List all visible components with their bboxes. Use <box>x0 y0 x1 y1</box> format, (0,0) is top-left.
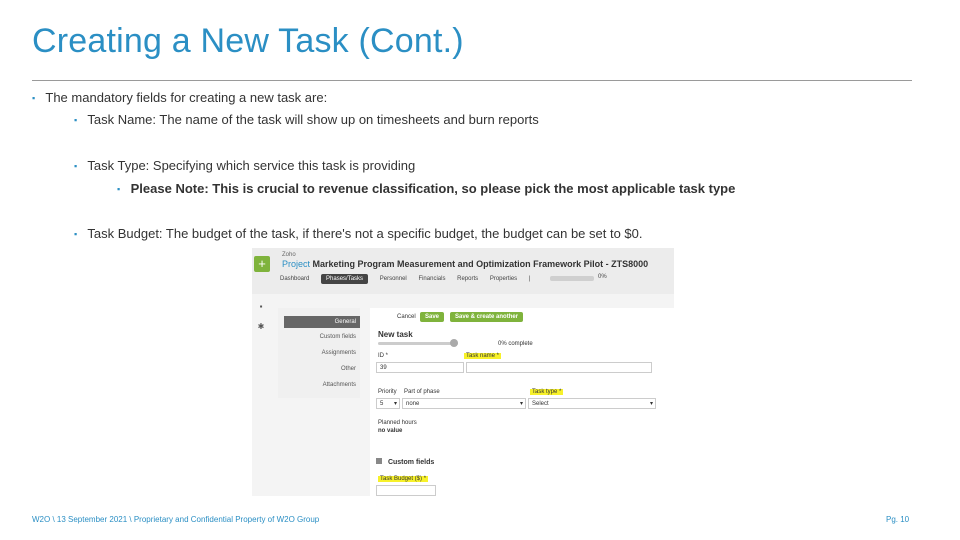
nav-separator: | <box>528 276 531 282</box>
nav-personnel[interactable]: Personnel <box>380 276 407 282</box>
nav-properties[interactable]: Properties <box>490 276 517 282</box>
nav-reports[interactable]: Reports <box>457 276 478 282</box>
project-name: Marketing Program Measurement and Optimi… <box>312 259 649 269</box>
task-type-label-text: Task type * <box>530 389 564 395</box>
settings-icon[interactable]: ✱ <box>256 322 266 332</box>
task-name-label: Task name * <box>464 353 502 359</box>
nav-phases-tasks[interactable]: Phases/Tasks <box>321 274 369 284</box>
part-of-phase-select[interactable]: none ▾ <box>402 398 526 409</box>
completion-slider-handle[interactable] <box>450 339 458 347</box>
add-button[interactable]: + <box>254 256 270 272</box>
bullet-task-budget: ▪ Task Budget: The budget of the task, i… <box>74 226 643 241</box>
app-screenshot: + Zoho Project Marketing Program Measure… <box>252 248 674 496</box>
form-title: New task <box>378 330 413 339</box>
bullet-task-type: ▪ Task Type: Specifying which service th… <box>74 158 415 173</box>
priority-label: Priority <box>378 389 397 395</box>
bullet-task-type-text: Task Type: Specifying which service this… <box>87 158 416 173</box>
bullet-task-budget-text: Task Budget: The budget of the task, if … <box>87 226 643 241</box>
task-name-input[interactable] <box>466 362 652 373</box>
bullet-task-name: ▪ Task Name: The name of the task will s… <box>74 112 539 127</box>
chat-icon[interactable]: ▪ <box>256 302 266 312</box>
percent-complete-label: 0% complete <box>498 341 533 347</box>
bullet-note: ▪ Please Note: This is crucial to revenu… <box>117 181 735 196</box>
task-budget-label-text: Task Budget ($) * <box>378 476 429 482</box>
menu-general[interactable]: General <box>284 316 360 328</box>
new-task-form: Cancel Save Save & create another New ta… <box>370 308 674 496</box>
bullet-glyph: ▪ <box>74 229 78 239</box>
nav-dashboard[interactable]: Dashboard <box>280 276 309 282</box>
part-of-phase-value: none <box>406 401 420 407</box>
task-side-menu: General Custom fields Assignments Other … <box>278 308 360 398</box>
custom-fields-section[interactable]: Custom fields <box>376 458 434 466</box>
planned-hours-value: no value <box>378 428 403 434</box>
menu-custom-fields[interactable]: Custom fields <box>320 334 356 340</box>
slide-title: Creating a New Task (Cont.) <box>32 22 464 60</box>
bullet-glyph: ▪ <box>117 184 121 194</box>
cancel-button[interactable]: Cancel <box>392 312 421 322</box>
bullet-intro-text: The mandatory fields for creating a new … <box>45 90 328 105</box>
task-type-label: Task type * <box>530 389 564 395</box>
menu-other[interactable]: Other <box>341 366 356 372</box>
task-budget-label: Task Budget ($) * <box>378 476 429 482</box>
part-of-phase-label: Part of phase <box>404 389 440 395</box>
id-field[interactable]: 39 <box>376 362 464 373</box>
project-title: Project Marketing Program Measurement an… <box>282 259 648 269</box>
menu-attachments[interactable]: Attachments <box>323 382 356 388</box>
chevron-down-icon: ▾ <box>393 401 397 407</box>
project-progress-percent: 0% <box>598 274 607 280</box>
nav-financials[interactable]: Financials <box>418 276 445 282</box>
completion-slider-track <box>378 342 458 345</box>
priority-select[interactable]: 5 ▾ <box>376 398 400 409</box>
bullet-glyph: ▪ <box>74 115 78 125</box>
bullet-glyph: ▪ <box>32 93 36 103</box>
chevron-down-icon: ▾ <box>649 401 653 407</box>
project-nav: Dashboard Phases/Tasks Personnel Financi… <box>280 274 540 284</box>
brand-label: Zoho <box>282 252 296 258</box>
bullet-glyph: ▪ <box>74 161 78 171</box>
task-name-label-text: Task name * <box>464 353 502 359</box>
project-label: Project <box>282 259 311 269</box>
task-budget-input[interactable] <box>376 485 436 496</box>
chevron-down-icon: ▾ <box>519 401 523 407</box>
priority-value: 5 <box>380 401 384 407</box>
bullet-intro: ▪ The mandatory fields for creating a ne… <box>32 90 327 105</box>
custom-fields-header: Custom fields <box>387 459 435 466</box>
project-progress-bar <box>550 276 594 281</box>
task-type-value: Select <box>532 401 549 407</box>
page-number: Pg. 10 <box>886 515 910 524</box>
title-divider <box>32 80 912 81</box>
save-create-another-button[interactable]: Save & create another <box>450 312 524 322</box>
slide-footer: W2O \ 13 September 2021 \ Proprietary an… <box>32 515 320 524</box>
collapse-icon <box>376 458 382 464</box>
id-label: ID * <box>378 353 389 359</box>
bullet-note-text: Please Note: This is crucial to revenue … <box>130 181 736 196</box>
save-button[interactable]: Save <box>420 312 445 322</box>
planned-hours-label: Planned hours <box>378 420 417 426</box>
bullet-task-name-text: Task Name: The name of the task will sho… <box>87 112 539 127</box>
menu-assignments[interactable]: Assignments <box>322 350 356 356</box>
app-header: + Zoho Project Marketing Program Measure… <box>252 248 674 294</box>
task-type-select[interactable]: Select ▾ <box>528 398 656 409</box>
